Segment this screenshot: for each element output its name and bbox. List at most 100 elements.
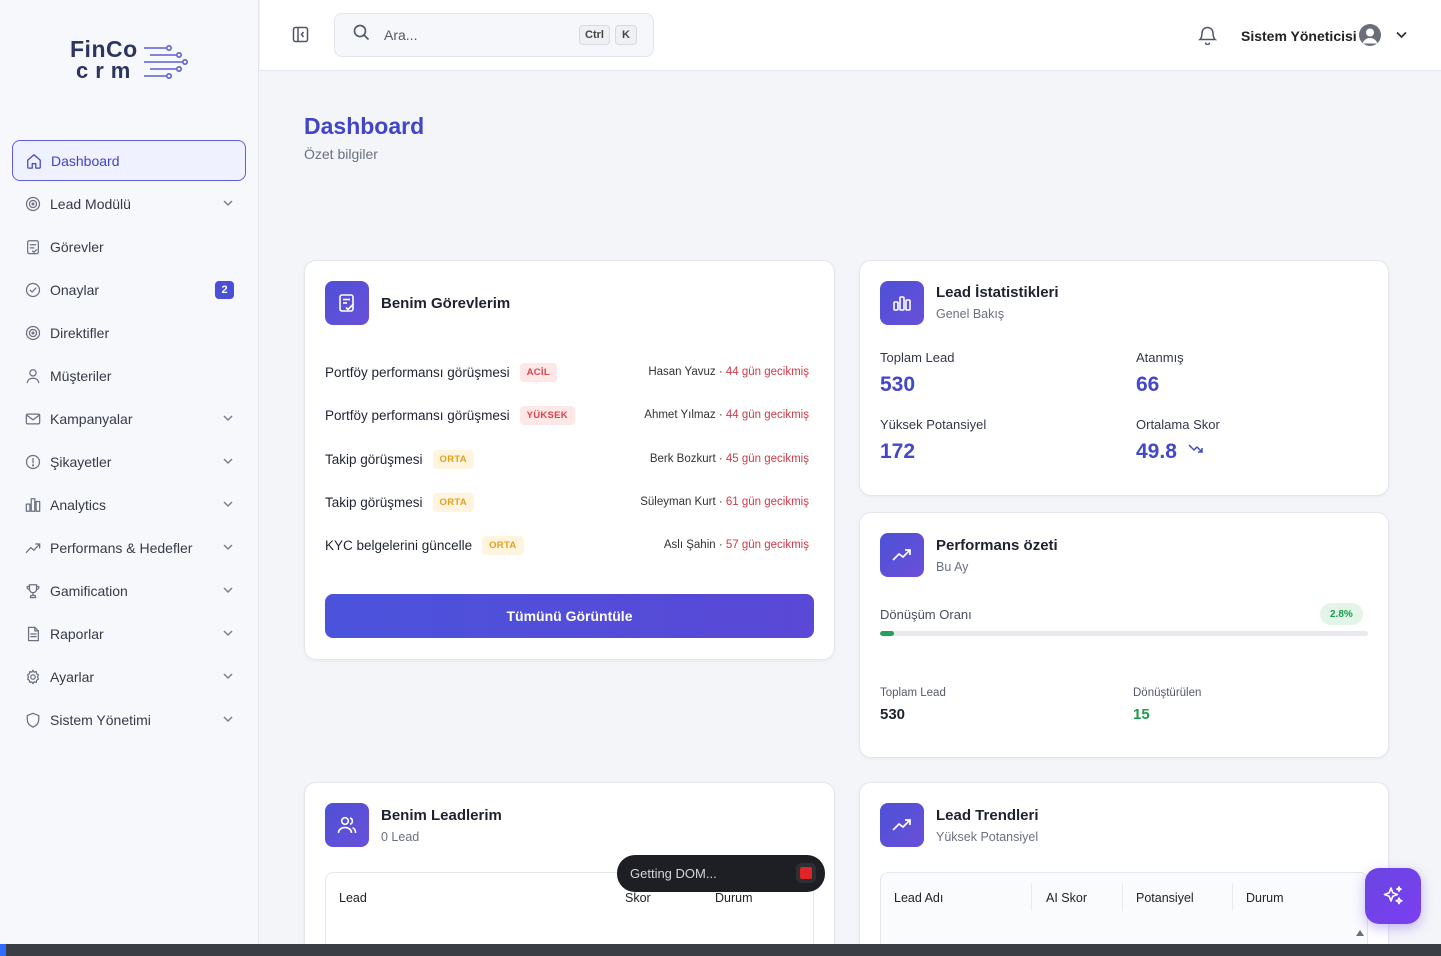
chevron-down-icon[interactable] [222, 411, 234, 427]
task-row[interactable]: Portföy performansı görüşmesi ACİL Hasan Y… [325, 360, 809, 384]
task-assignee: Ahmet Yılmaz [644, 409, 716, 421]
sidebar-item-direktifler[interactable]: Direktifler [12, 312, 246, 353]
chevron-down-icon[interactable] [1395, 28, 1408, 46]
sidebar-item-performans-hedefler[interactable]: Performans & Hedefler [12, 527, 246, 568]
column-divider [1122, 883, 1123, 911]
column-header-status[interactable]: Durum [1246, 891, 1284, 905]
sidebar-item-label: Raporlar [50, 625, 104, 642]
task-row[interactable]: Takip görüşmesi ORTA Süleyman Kurt · 61 gü… [325, 490, 809, 514]
chevron-down-icon[interactable] [222, 626, 234, 642]
shortcut-key-k: K [615, 25, 637, 45]
user-name[interactable]: Sistem Yöneticisi [1241, 28, 1357, 44]
sidebar-item-kampanyalar[interactable]: Kampanyalar [12, 398, 246, 439]
task-meta: Aslı Şahin · 57 gün gecikmiş [664, 539, 809, 551]
card-title: Benim Görevlerim [381, 295, 511, 312]
sidebar-item-ayarlar[interactable]: Ayarlar [12, 656, 246, 697]
task-meta: Süleyman Kurt · 61 gün gecikmiş [640, 496, 809, 508]
mail-icon [24, 410, 42, 428]
stop-icon[interactable] [800, 867, 812, 879]
sidebar-item-onaylar[interactable]: Onaylar 2 [12, 269, 246, 310]
column-header-score[interactable]: Skor [625, 891, 651, 905]
shortcut-key-ctrl: Ctrl [579, 25, 610, 45]
chevron-down-icon[interactable] [222, 712, 234, 728]
sidebar-nav: Dashboard Lead Modülü Görevler Onaylar 2 Dire… [12, 140, 246, 742]
card-title: Benim Leadlerim [381, 807, 502, 824]
conversion-label: Dönüşüm Oranı [880, 607, 972, 622]
performance-card: Performans özeti Bu Ay Dönüşüm Oranı 2.8… [859, 512, 1389, 758]
priority-badge: ACİL [519, 362, 557, 382]
task-meta: Ahmet Yılmaz · 44 gün gecikmiş [644, 409, 809, 421]
clipboard-icon [24, 238, 42, 256]
task-row[interactable]: KYC belgelerini güncelle ORTA Aslı Şahin ·… [325, 533, 809, 557]
sidebar-item-label: Direktifler [50, 324, 110, 341]
lead-trends-table: Lead Adı AI Skor Potansiyel Durum [880, 872, 1368, 952]
search-box[interactable]: Ctrl K [334, 13, 654, 57]
chevron-down-icon[interactable] [222, 583, 234, 599]
card-subtitle: Bu Ay [936, 560, 969, 574]
sidebar-item-müşteriler[interactable]: Müşteriler [12, 355, 246, 396]
column-header-status[interactable]: Durum [715, 891, 753, 905]
sidebar-item-görevler[interactable]: Görevler [12, 226, 246, 267]
sidebar-item-label: Dashboard [51, 152, 120, 169]
getting-dom-toast: Getting DOM... [617, 855, 825, 892]
chevron-down-icon[interactable] [222, 540, 234, 556]
view-all-button[interactable]: Tümünü Görüntüle [325, 594, 814, 638]
sidebar-item-label: Onaylar [50, 281, 100, 298]
bell-icon[interactable] [1197, 25, 1218, 50]
ai-assistant-button[interactable] [1365, 868, 1421, 924]
column-header-lead-name[interactable]: Lead Adı [894, 891, 943, 905]
sidebar-item-gamification[interactable]: Gamification [12, 570, 246, 611]
meta-separator: · [715, 453, 726, 465]
meta-separator: · [715, 539, 726, 551]
column-header-potential[interactable]: Potansiyel [1136, 891, 1194, 905]
assigned-label: Atanmış [1136, 350, 1184, 365]
chevron-down-icon[interactable] [222, 669, 234, 685]
avatar[interactable] [1359, 24, 1381, 46]
sidebar-item-label: Analytics [50, 496, 107, 513]
sidebar: FinCo crm Dashboard Lead Modülü Görevler On… [0, 0, 259, 944]
sidebar-item-analytics[interactable]: Analytics [12, 484, 246, 525]
page-subtitle: Özet bilgiler [304, 146, 378, 162]
scroll-up-icon[interactable] [1355, 924, 1365, 942]
column-header-lead[interactable]: Lead [339, 891, 367, 905]
sidebar-item-label: Görevler [50, 238, 104, 255]
lead-stats-card: Lead İstatistikleri Genel Bakış Toplam L… [859, 260, 1389, 496]
sidebar-item-şikayetler[interactable]: Şikayetler [12, 441, 246, 482]
sidebar-toggle-icon[interactable] [292, 26, 309, 48]
chevron-down-icon[interactable] [222, 454, 234, 470]
conversion-progress-fill [880, 631, 894, 636]
task-overdue: 45 gün gecikmiş [725, 453, 809, 465]
search-input[interactable] [384, 27, 564, 43]
sidebar-item-dashboard[interactable]: Dashboard [12, 140, 246, 181]
task-assignee: Aslı Şahin [663, 539, 716, 551]
converted-label: Dönüştürülen [1133, 687, 1202, 699]
sidebar-item-label: Müşteriler [50, 367, 112, 384]
task-row[interactable]: Portföy performansı görüşmesi YÜKSEK Ahmet… [325, 403, 809, 427]
taskbar-indicator [0, 944, 6, 956]
task-row[interactable]: Takip görüşmesi ORTA Berk Bozkurt · 45 gün… [325, 447, 809, 471]
high-potential-label: Yüksek Potansiyel [880, 417, 987, 432]
logo-line2: crm [76, 58, 138, 83]
sidebar-item-lead-modülü[interactable]: Lead Modülü [12, 183, 246, 224]
perf-total-value: 530 [880, 706, 906, 723]
task-title: Portföy performansı görüşmesi [325, 364, 510, 380]
task-overdue: 57 gün gecikmiş [725, 539, 809, 551]
my-tasks-card: Benim Görevlerim Portföy performansı gör… [304, 260, 835, 660]
chevron-down-icon[interactable] [222, 196, 234, 212]
sidebar-item-label: Sistem Yönetimi [50, 711, 151, 728]
card-subtitle: Genel Bakış [936, 307, 1005, 321]
sidebar-item-raporlar[interactable]: Raporlar [12, 613, 246, 654]
task-assignee: Berk Bozkurt [649, 453, 716, 465]
card-subtitle: Yüksek Potansiyel [936, 830, 1039, 844]
high-potential-value: 172 [880, 440, 916, 463]
task-title: Takip görüşmesi [325, 494, 423, 510]
column-header-ai-score[interactable]: AI Skor [1046, 891, 1087, 905]
sidebar-item-sistem-yönetimi[interactable]: Sistem Yönetimi [12, 699, 246, 740]
user-icon [24, 367, 42, 385]
logo[interactable]: FinCo crm [70, 38, 200, 88]
chevron-down-icon[interactable] [222, 497, 234, 513]
task-title: Portföy performansı görüşmesi [325, 407, 510, 423]
task-assignee: Süleyman Kurt [640, 496, 716, 508]
column-divider [1031, 883, 1032, 911]
conversion-progress [880, 631, 1368, 636]
